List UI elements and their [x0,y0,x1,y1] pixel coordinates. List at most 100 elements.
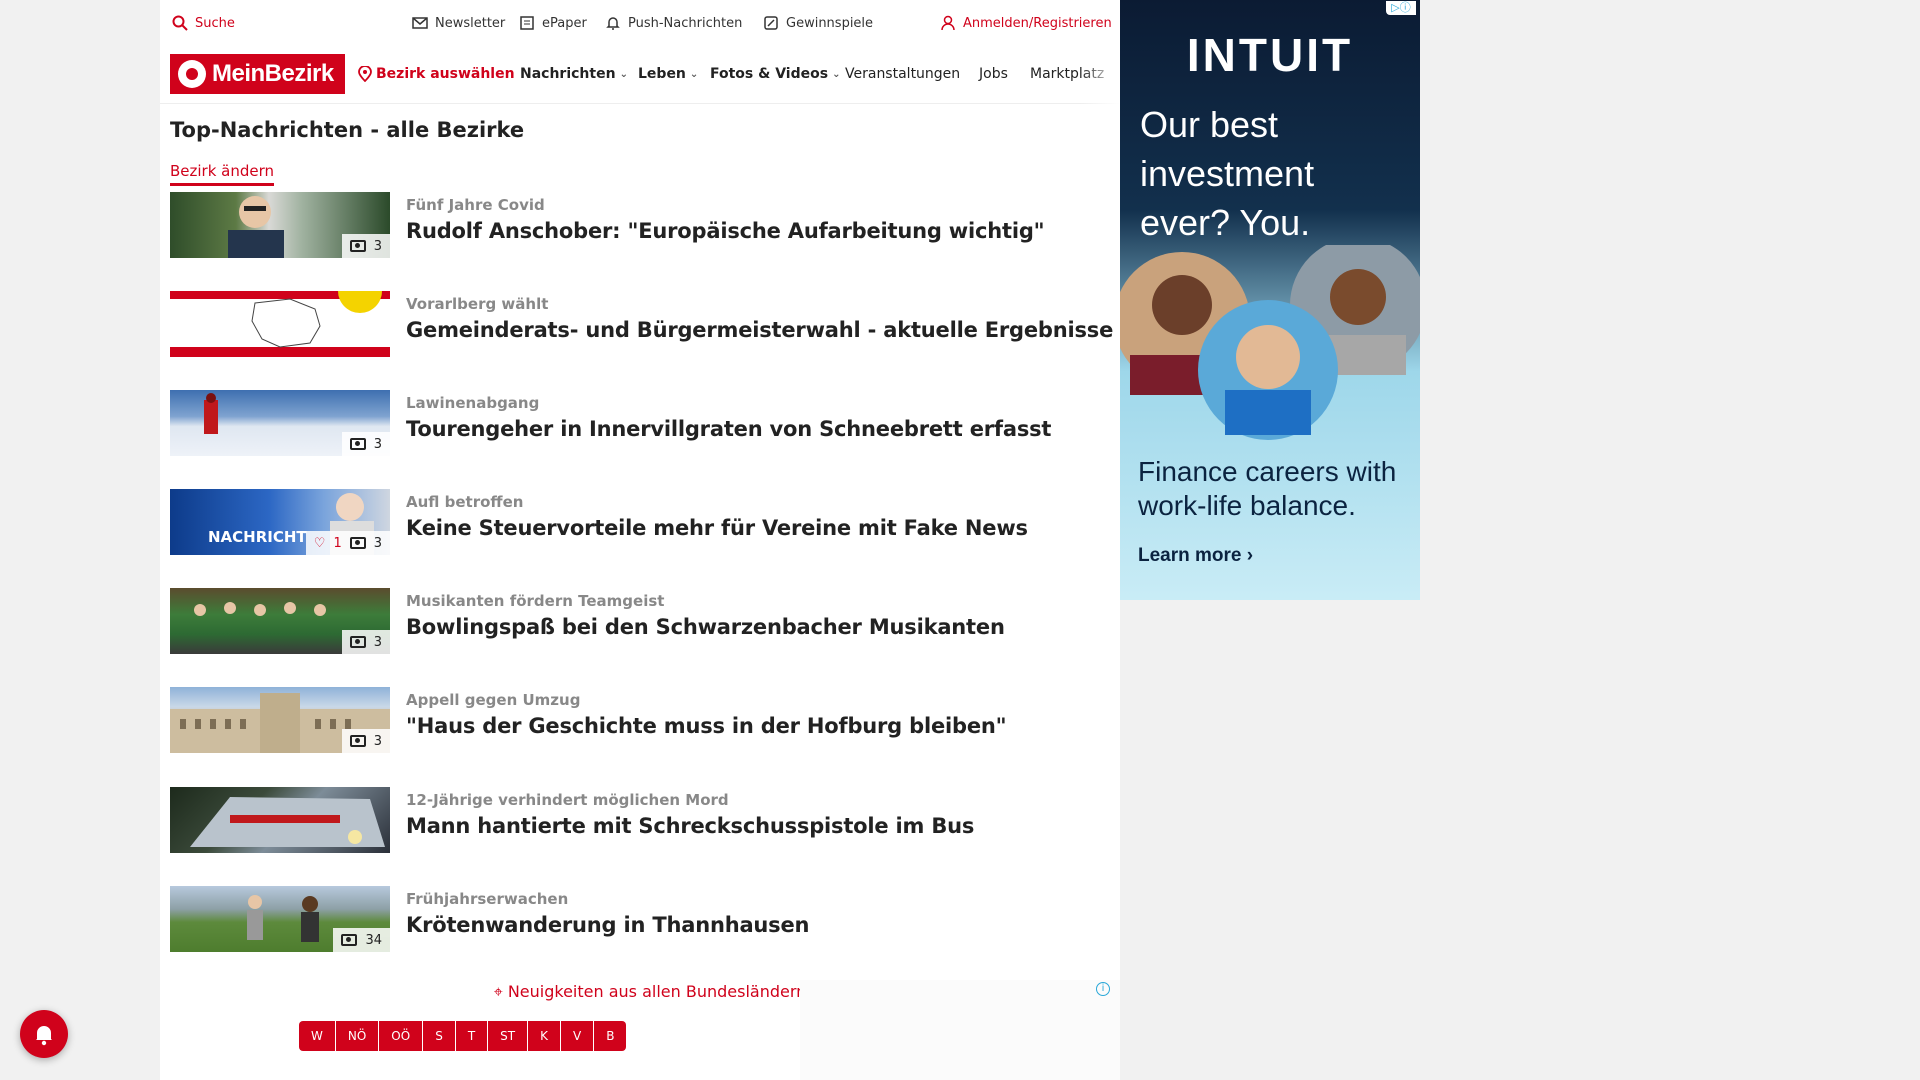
article-headline[interactable]: "Haus der Geschichte muss in der Hofburg… [406,714,1007,738]
gift-icon [764,16,778,30]
sidebar-ad[interactable]: ▷ⓘ INTUIT Our best investment ever? You.… [1120,0,1420,600]
photo-count: 3 [373,238,382,254]
nav-jobs-label: Jobs [979,66,1008,82]
state-button-v[interactable]: V [560,1021,595,1051]
nav-news-label: Nachrichten [520,66,616,82]
nav-news[interactable]: Nachrichten ⌄ [520,66,628,82]
ad-people-image [1120,245,1420,440]
article-headline[interactable]: Gemeinderats- und Bürgermeisterwahl - ak… [406,318,1113,342]
nav-events[interactable]: Veranstaltungen [845,66,960,82]
utility-bar: Suche Newsletter ePaper Push-Nachrichten… [160,0,1120,46]
article-thumbnail[interactable]: 3 [170,687,390,753]
thumb-caption: NACHRICHT [208,528,307,546]
nav-jobs[interactable]: Jobs [979,66,1008,82]
camera-icon [349,240,366,252]
photo-count-badge: 34 [333,928,390,952]
epaper-label: ePaper [542,15,587,31]
newspaper-icon [520,16,534,30]
ad-brand: INTUIT [1186,29,1354,81]
photo-count: 34 [365,932,382,948]
article-thumbnail[interactable]: NACHRICHT ♡ 1 3 [170,489,390,555]
search-link[interactable]: Suche [172,15,235,31]
like-count: 1 [333,535,342,551]
article-item[interactable]: Vorarlberg wählt Gemeinderats- und Bürge… [170,291,1113,359]
site-logo[interactable]: MeinBezirk [170,54,345,94]
article-headline[interactable]: Tourengeher in Innervillgraten von Schne… [406,417,1051,441]
ad-info-icon[interactable]: i [1096,982,1110,996]
ad-choices-icon[interactable]: ▷ⓘ [1386,1,1416,15]
photo-count: 3 [373,535,382,551]
bell-icon [36,1026,52,1046]
district-label: Bezirk auswählen [376,66,515,82]
logo-text: MeinBezirk [212,60,334,87]
login-link[interactable]: Anmelden/Registrieren [940,15,1112,31]
article-item[interactable]: 3 Fünf Jahre Covid Rudolf Anschober: "Eu… [170,192,1110,260]
nav-events-label: Veranstaltungen [845,66,961,82]
article-item[interactable]: 3 Musikanten fördern Teamgeist Bowlingsp… [170,588,1110,656]
nav-photos-label: Fotos & Videos [710,66,829,82]
state-button-noe[interactable]: NÖ [335,1021,380,1051]
article-headline[interactable]: Keine Steuervorteile mehr für Vereine mi… [406,516,1028,540]
article-kicker: Appell gegen Umzug [406,691,581,709]
article-kicker: Fünf Jahre Covid [406,196,545,214]
nav-life-label: Leben [638,66,686,82]
photo-count-badge: 3 [341,630,390,654]
state-button-w[interactable]: W [299,1021,336,1051]
district-select[interactable]: Bezirk auswählen [358,66,515,82]
state-button-ooe[interactable]: OÖ [379,1021,424,1051]
ad-cta-link[interactable]: Learn more › [1138,545,1253,567]
article-thumbnail[interactable]: 34 [170,886,390,952]
state-button-s[interactable]: S [423,1021,456,1051]
camera-icon [349,735,366,747]
push-label: Push-Nachrichten [628,15,743,31]
change-district-link[interactable]: Bezirk ändern [170,162,275,186]
chevron-down-icon: ⌄ [619,68,628,80]
article-headline[interactable]: Bowlingspaß bei den Schwarzenbacher Musi… [406,615,1005,639]
notification-bell-button[interactable] [20,1010,68,1058]
article-thumbnail[interactable] [170,291,390,357]
article-headline[interactable]: Rudolf Anschober: "Europäische Aufarbeit… [406,219,1045,243]
bottom-ad-slot: i [800,980,1120,1080]
push-link[interactable]: Push-Nachrichten [605,15,742,31]
article-thumbnail[interactable]: 3 [170,192,390,258]
camera-icon [349,438,366,450]
state-selector: W NÖ OÖ S T ST K V B [299,1021,627,1051]
camera-icon [341,934,358,946]
article-headline[interactable]: Krötenwanderung in Thannhausen [406,913,809,937]
section-title: Top-Nachrichten - alle Bezirke [170,118,525,142]
photo-count: 3 [373,436,382,452]
article-thumbnail[interactable]: 3 [170,588,390,654]
article-item[interactable]: 34 Frühjahrserwachen Krötenwanderung in … [170,886,1110,954]
state-button-b[interactable]: B [594,1021,627,1051]
nav-fade [1080,46,1120,104]
state-button-st[interactable]: ST [488,1021,529,1051]
article-kicker: Aufl betroffen [406,493,524,511]
epaper-link[interactable]: ePaper [519,15,587,31]
nav-life[interactable]: Leben ⌄ [638,66,698,82]
main-nav: MeinBezirk Bezirk auswählen Nachrichten … [160,46,1120,104]
contests-link[interactable]: Gewinnspiele [763,15,873,31]
contests-label: Gewinnspiele [786,15,874,31]
location-pin-icon: ⌖ [493,982,503,1001]
ad-headline: Our best investment ever? You. [1140,104,1315,243]
newsletter-link[interactable]: Newsletter [412,15,505,31]
chevron-down-icon: ⌄ [689,68,699,80]
search-label: Suche [195,15,235,31]
article-kicker: Vorarlberg wählt [406,295,549,313]
state-button-t[interactable]: T [455,1021,489,1051]
article-item[interactable]: 3 Appell gegen Umzug "Haus der Geschicht… [170,687,1110,755]
article-item[interactable]: 3 Lawinenabgang Tourengeher in Innervill… [170,390,1110,458]
article-item[interactable]: NACHRICHT ♡ 1 3 Aufl betroffen Keine Steu… [170,489,1110,557]
article-thumbnail[interactable]: 3 [170,390,390,456]
location-pin-icon [358,66,372,82]
article-item[interactable]: 12-Jährige verhindert möglichen Mord Man… [170,787,1110,855]
article-kicker: Frühjahrserwachen [406,890,569,908]
photo-count: 3 [373,634,382,650]
nav-photos[interactable]: Fotos & Videos ⌄ [710,66,840,82]
photo-count: 3 [373,733,382,749]
article-headline[interactable]: Mann hantierte mit Schreckschusspistole … [406,814,974,838]
article-thumbnail[interactable] [170,787,390,853]
user-icon [941,15,955,31]
state-button-k[interactable]: K [528,1021,561,1051]
ad-subtext: Finance careers with work-life balance. [1138,456,1397,521]
